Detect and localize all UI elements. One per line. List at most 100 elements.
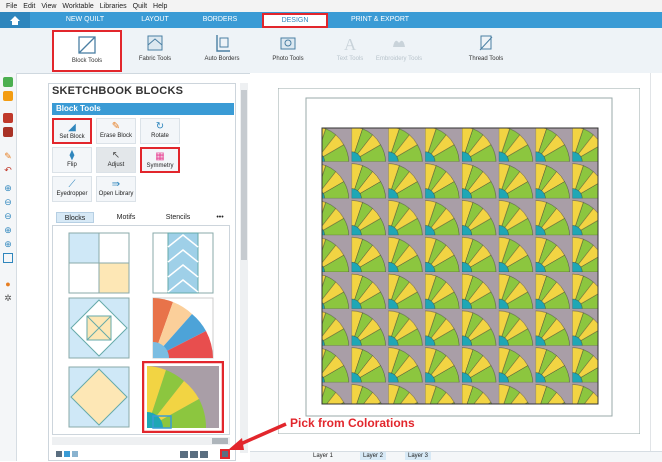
adjust-button[interactable]: ↖ Adjust [96, 147, 136, 173]
tab-borders[interactable]: BORDERS [190, 12, 250, 28]
photo-tools-button[interactable]: Photo Tools [264, 30, 312, 72]
sketchbook-icon[interactable] [3, 127, 13, 137]
flying-geese-block-thumbnail[interactable] [152, 232, 214, 294]
text-tools-label: Text Tools [336, 56, 364, 62]
menu-view[interactable]: View [41, 3, 56, 10]
grid-icon[interactable] [3, 253, 13, 263]
fan-block-thumbnail[interactable] [152, 297, 214, 359]
star-block-thumbnail[interactable] [68, 366, 130, 428]
zoom-page-icon[interactable]: ⊕ [3, 239, 13, 249]
blocks-horizontal-scrollbar[interactable] [52, 437, 230, 445]
thread-tools-button[interactable]: Thread Tools [462, 30, 510, 72]
block-tools-icon [78, 36, 96, 54]
thread-tools-label: Thread Tools [468, 56, 504, 62]
auto-borders-icon [216, 35, 230, 52]
tab-motifs[interactable]: Motifs [108, 212, 144, 223]
adjust-label: Adjust [107, 162, 125, 168]
photo-tools-label: Photo Tools [272, 56, 304, 62]
tab-more[interactable]: ••• [210, 212, 230, 223]
auto-borders-button[interactable]: Auto Borders [197, 30, 247, 72]
rotate-button[interactable]: ↻ Rotate [140, 118, 180, 144]
embroidery-tools-icon [393, 40, 405, 47]
svg-text:A: A [344, 35, 357, 53]
zoom-in-icon[interactable]: ⊕ [3, 183, 13, 193]
symmetry-icon: ▦ [155, 151, 165, 162]
open-library-button[interactable]: ⇛ Open Library [96, 176, 136, 202]
menu-worktable[interactable]: Worktable [62, 3, 93, 10]
view-small-icon[interactable] [72, 451, 78, 457]
block-tools-section-label: Block Tools [56, 104, 101, 113]
erase-block-icon: ✎ [111, 121, 121, 132]
square-in-square-block-thumbnail[interactable] [68, 297, 130, 359]
tab-design[interactable]: DESIGN [262, 13, 328, 28]
block-tools-label: Block Tools [71, 58, 103, 64]
symmetry-label: Symmetry [146, 163, 174, 169]
pencil-icon[interactable]: ✎ [3, 151, 13, 161]
eyedropper-icon: ⟋ [68, 179, 76, 190]
open-library-label: Open Library [98, 191, 134, 197]
menu-quilt[interactable]: Quilt [133, 3, 147, 10]
prev-page-icon[interactable] [190, 451, 198, 458]
zoom-actual-icon[interactable]: ⊕ [3, 225, 13, 235]
embroidery-tools-label: Embroidery Tools [375, 56, 423, 62]
symmetry-button[interactable]: ▦ Symmetry [140, 147, 180, 173]
layer-3-tab[interactable]: Layer 3 [405, 452, 432, 460]
flip-label: Flip [67, 162, 77, 168]
four-patch-block-thumbnail[interactable] [68, 232, 130, 294]
library-icon[interactable] [3, 113, 13, 123]
left-toolbar: ✎ ↶ ⊕ ⊖ ⊖ ⊕ ⊕ ● ✲ [0, 73, 17, 461]
erase-block-label: Erase Block [99, 133, 132, 139]
flip-icon: ⧫ [69, 150, 75, 161]
text-tools-button[interactable]: A Text Tools [330, 30, 370, 72]
open-project-icon[interactable] [3, 91, 13, 101]
fabric-tools-icon [147, 35, 163, 51]
erase-block-button[interactable]: ✎ Erase Block [96, 118, 136, 144]
set-block-icon: ◢ [68, 122, 76, 133]
callout-text: Pick from Colorations [290, 416, 415, 430]
zoom-out-icon[interactable]: ⊖ [3, 197, 13, 207]
quilt-canvas[interactable] [278, 88, 640, 434]
set-block-button[interactable]: ◢ Set Block [52, 118, 92, 144]
tab-new-quilt[interactable]: NEW QUILT [50, 12, 120, 28]
callout-arrow [228, 422, 287, 450]
home-button[interactable] [0, 12, 30, 28]
colored-fan-block-thumbnail[interactable] [142, 361, 224, 433]
palette-title: SKETCHBOOK BLOCKS [52, 85, 184, 97]
set-block-label: Set Block [59, 134, 85, 140]
view-medium-icon[interactable] [64, 451, 70, 457]
worktable-vertical-scrollbar[interactable] [650, 73, 662, 451]
photo-tools-icon [280, 37, 296, 50]
tab-print-export[interactable]: PRINT & EXPORT [338, 12, 422, 28]
settings-icon[interactable]: ✲ [3, 293, 13, 303]
fabric-tools-button[interactable]: Fabric Tools [130, 30, 180, 72]
menu-edit[interactable]: Edit [23, 3, 35, 10]
menu-help[interactable]: Help [153, 3, 167, 10]
palette-scroll-thumb[interactable] [241, 90, 247, 260]
layer-1-tab[interactable]: Layer 1 [310, 452, 336, 460]
menu-libraries[interactable]: Libraries [100, 3, 127, 10]
undo-icon[interactable]: ↶ [3, 165, 13, 175]
flip-button[interactable]: ⧫ Flip [52, 147, 92, 173]
thread-tools-icon [479, 35, 493, 51]
eyedropper-label: Eyedropper [56, 191, 88, 197]
ribbon-tab-strip: NEW QUILT LAYOUT BORDERS DESIGN PRINT & … [0, 12, 662, 28]
eyedropper-button[interactable]: ⟋ Eyedropper [52, 176, 92, 202]
zoom-fit-icon[interactable]: ⊖ [3, 211, 13, 221]
new-project-icon[interactable] [3, 77, 13, 87]
first-page-icon[interactable] [180, 451, 188, 458]
block-tools-button[interactable]: Block Tools [52, 30, 122, 72]
adjust-icon: ↖ [111, 150, 121, 161]
tab-stencils[interactable]: Stencils [160, 212, 196, 223]
view-large-icon[interactable] [56, 451, 62, 457]
embroidery-tools-button[interactable]: Embroidery Tools [372, 30, 426, 72]
auto-borders-label: Auto Borders [204, 56, 240, 62]
menu-file[interactable]: File [6, 3, 17, 10]
tab-layout[interactable]: LAYOUT [125, 12, 185, 28]
layer-2-tab[interactable]: Layer 2 [360, 452, 387, 460]
open-library-icon: ⇛ [111, 179, 121, 190]
help-icon[interactable]: ● [3, 279, 13, 289]
menu-bar: File Edit View Worktable Libraries Quilt… [0, 0, 662, 12]
home-icon [10, 16, 20, 25]
tab-blocks[interactable]: Blocks [56, 212, 94, 223]
next-page-icon[interactable] [200, 451, 208, 458]
